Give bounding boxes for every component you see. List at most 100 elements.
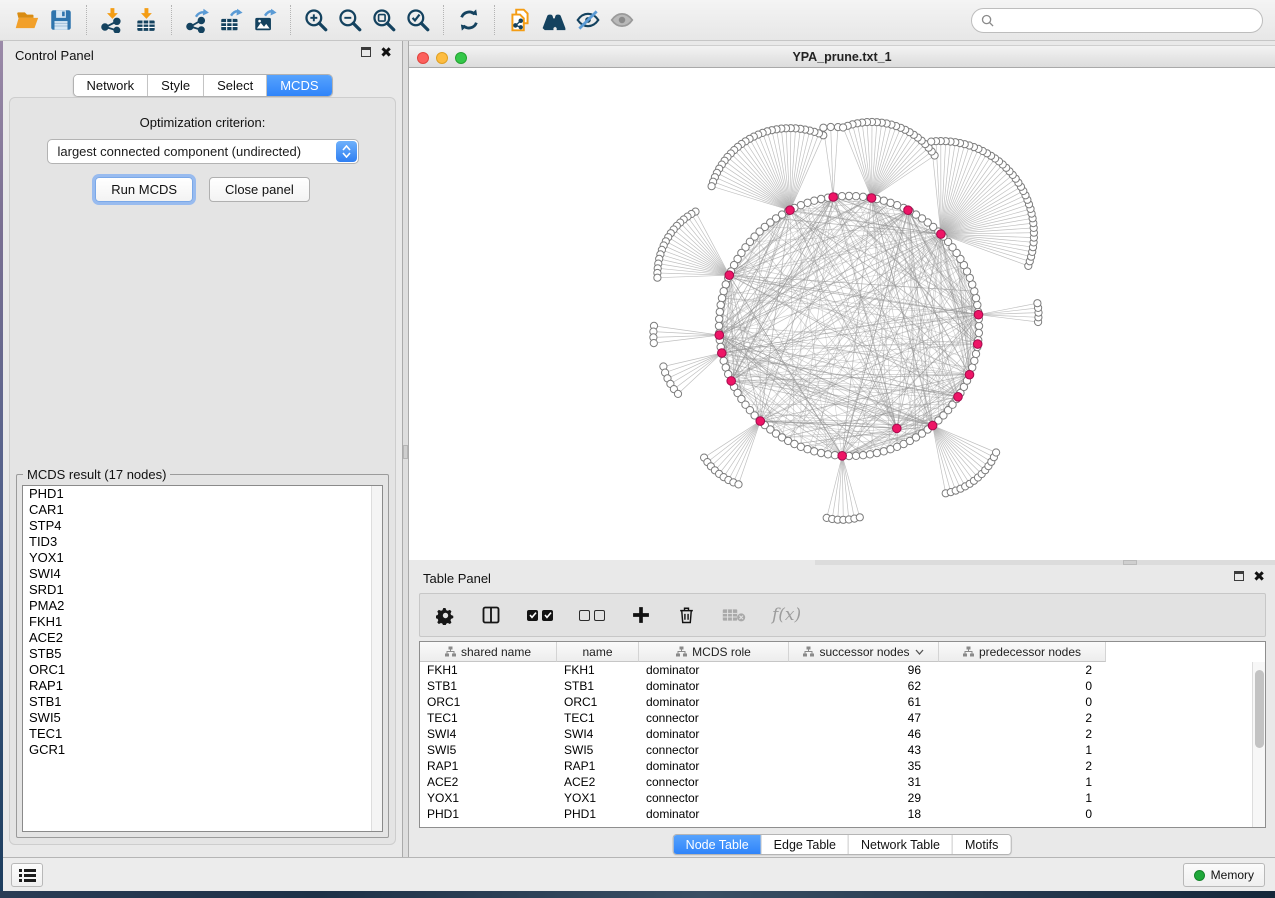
run-mcds-button[interactable]: Run MCDS: [95, 177, 193, 202]
export-table-button[interactable]: [214, 4, 248, 36]
list-item[interactable]: PMA2: [23, 598, 382, 614]
mcds-dominator-node[interactable]: [965, 370, 974, 379]
network-node[interactable]: [716, 315, 723, 322]
column-header-successor-nodes[interactable]: successor nodes: [789, 642, 939, 662]
tab-network-table[interactable]: Network Table: [849, 835, 953, 854]
mcds-dominator-node[interactable]: [974, 310, 983, 319]
float-panel-icon[interactable]: [1234, 571, 1244, 581]
close-panel-button[interactable]: Close panel: [209, 177, 310, 202]
table-row[interactable]: SWI5SWI5connector431: [420, 742, 1251, 758]
network-node[interactable]: [735, 481, 742, 488]
memory-button[interactable]: Memory: [1183, 863, 1265, 887]
network-node[interactable]: [975, 329, 982, 336]
export-network-button[interactable]: [180, 4, 214, 36]
mcds-dominator-node[interactable]: [904, 206, 913, 215]
tab-select[interactable]: Select: [204, 75, 267, 96]
clone-network-button[interactable]: [503, 4, 537, 36]
list-item[interactable]: PHD1: [23, 486, 382, 502]
table-row[interactable]: FKH1FKH1dominator962: [420, 662, 1251, 678]
table-row[interactable]: ACE2ACE2connector311: [420, 774, 1251, 790]
table-row[interactable]: SWI4SWI4dominator462: [420, 726, 1251, 742]
network-titlebar[interactable]: YPA_prune.txt_1: [409, 45, 1275, 68]
criterion-select[interactable]: largest connected component (undirected): [47, 139, 359, 164]
mcds-dominator-node[interactable]: [954, 393, 963, 402]
scrollbar-thumb[interactable]: [1255, 670, 1264, 748]
mcds-dominator-node[interactable]: [973, 340, 982, 349]
network-node[interactable]: [715, 322, 722, 329]
mcds-result-list[interactable]: PHD1CAR1STP4TID3YOX1SWI4SRD1PMA2FKH1ACE2…: [22, 485, 383, 832]
network-node[interactable]: [650, 340, 657, 347]
table-scrollbar[interactable]: [1252, 662, 1265, 827]
tab-motifs[interactable]: Motifs: [953, 835, 1010, 854]
network-node[interactable]: [717, 301, 724, 308]
import-table-button[interactable]: [129, 4, 163, 36]
search-input[interactable]: [999, 13, 1253, 27]
column-visibility-button[interactable]: [481, 605, 501, 625]
export-image-button[interactable]: [248, 4, 282, 36]
mcds-dominator-node[interactable]: [893, 424, 902, 433]
network-node[interactable]: [820, 124, 827, 131]
network-node[interactable]: [993, 449, 1000, 456]
list-item[interactable]: STB5: [23, 646, 382, 662]
mcds-dominator-node[interactable]: [937, 230, 946, 239]
list-item[interactable]: YOX1: [23, 550, 382, 566]
mcds-dominator-node[interactable]: [829, 193, 838, 202]
column-header-mcds-role[interactable]: MCDS role: [639, 642, 789, 662]
network-node[interactable]: [852, 193, 859, 200]
import-network-button[interactable]: [95, 4, 129, 36]
delete-column-button[interactable]: [677, 605, 696, 625]
network-node[interactable]: [838, 193, 845, 200]
network-node[interactable]: [928, 138, 935, 145]
network-graph[interactable]: [409, 68, 1275, 560]
vertical-splitter[interactable]: [402, 41, 409, 857]
list-item[interactable]: TID3: [23, 534, 382, 550]
task-history-button[interactable]: [11, 863, 43, 887]
close-panel-icon[interactable]: ✖: [380, 47, 392, 57]
apply-function-button[interactable]: f(x): [772, 605, 801, 625]
network-node[interactable]: [817, 195, 824, 202]
network-node[interactable]: [852, 452, 859, 459]
network-node[interactable]: [840, 124, 847, 131]
network-node[interactable]: [859, 452, 866, 459]
open-session-button[interactable]: [10, 4, 44, 36]
mcds-dominator-node[interactable]: [725, 271, 734, 280]
mcds-dominator-node[interactable]: [715, 331, 724, 340]
network-node[interactable]: [824, 451, 831, 458]
list-item[interactable]: ACE2: [23, 630, 382, 646]
tab-network[interactable]: Network: [73, 75, 148, 96]
network-node[interactable]: [708, 183, 715, 190]
table-row[interactable]: STB1STB1dominator620: [420, 678, 1251, 694]
column-header-name[interactable]: name: [557, 642, 639, 662]
list-item[interactable]: GCR1: [23, 742, 382, 758]
network-node[interactable]: [720, 288, 727, 295]
mcds-dominator-node[interactable]: [928, 421, 937, 430]
network-node[interactable]: [866, 451, 873, 458]
zoom-in-button[interactable]: [299, 4, 333, 36]
table-row[interactable]: ORC1ORC1dominator610: [420, 694, 1251, 710]
result-scrollbar[interactable]: [371, 486, 382, 831]
network-node[interactable]: [873, 449, 880, 456]
list-item[interactable]: STB1: [23, 694, 382, 710]
list-item[interactable]: SRD1: [23, 582, 382, 598]
network-node[interactable]: [811, 448, 818, 455]
zoom-out-button[interactable]: [333, 4, 367, 36]
zoom-selected-button[interactable]: [401, 4, 435, 36]
close-panel-icon[interactable]: ✖: [1253, 571, 1265, 581]
mcds-dominator-node[interactable]: [786, 206, 795, 215]
network-node[interactable]: [971, 357, 978, 364]
list-item[interactable]: RAP1: [23, 678, 382, 694]
tab-mcds[interactable]: MCDS: [267, 75, 331, 96]
list-item[interactable]: SWI4: [23, 566, 382, 582]
table-settings-button[interactable]: [436, 606, 455, 625]
network-node[interactable]: [856, 514, 863, 521]
zoom-fit-button[interactable]: [367, 4, 401, 36]
network-node[interactable]: [880, 197, 887, 204]
network-node[interactable]: [975, 322, 982, 329]
mcds-dominator-node[interactable]: [838, 452, 847, 461]
save-session-button[interactable]: [44, 4, 78, 36]
network-node[interactable]: [674, 390, 681, 397]
list-item[interactable]: SWI5: [23, 710, 382, 726]
column-header-predecessor-nodes[interactable]: predecessor nodes: [939, 642, 1106, 662]
network-node[interactable]: [859, 193, 866, 200]
splitter-grip[interactable]: [403, 445, 408, 459]
